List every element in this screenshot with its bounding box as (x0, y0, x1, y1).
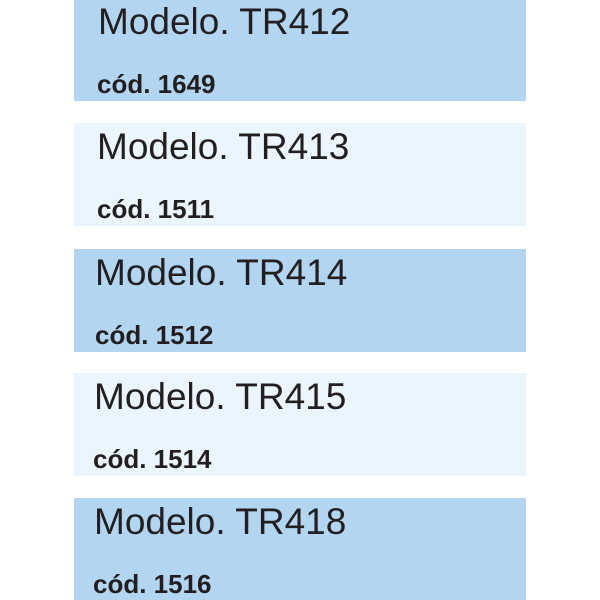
product-code: cód. 1649 (97, 69, 216, 99)
product-row-tr415: Modelo. TR415 cód. 1514 (74, 373, 526, 476)
product-row-tr418: Modelo. TR418 cód. 1516 (74, 498, 526, 600)
product-code: cód. 1514 (93, 444, 212, 474)
model-name: Modelo. TR415 (94, 376, 347, 417)
product-code: cód. 1511 (97, 194, 215, 224)
product-row-tr414: Modelo. TR414 cód. 1512 (74, 249, 526, 352)
model-name: Modelo. TR412 (98, 1, 351, 42)
model-name: Modelo. TR414 (95, 252, 348, 293)
product-code: cód. 1516 (93, 569, 212, 599)
product-row-tr413: Modelo. TR413 cód. 1511 (74, 123, 526, 226)
product-list: Modelo. TR412 cód. 1649 Modelo. TR413 có… (0, 0, 600, 600)
model-name: Modelo. TR413 (97, 126, 350, 167)
model-name: Modelo. TR418 (94, 501, 347, 542)
product-row-tr412: Modelo. TR412 cód. 1649 (74, 0, 526, 101)
product-code: cód. 1512 (95, 320, 214, 350)
